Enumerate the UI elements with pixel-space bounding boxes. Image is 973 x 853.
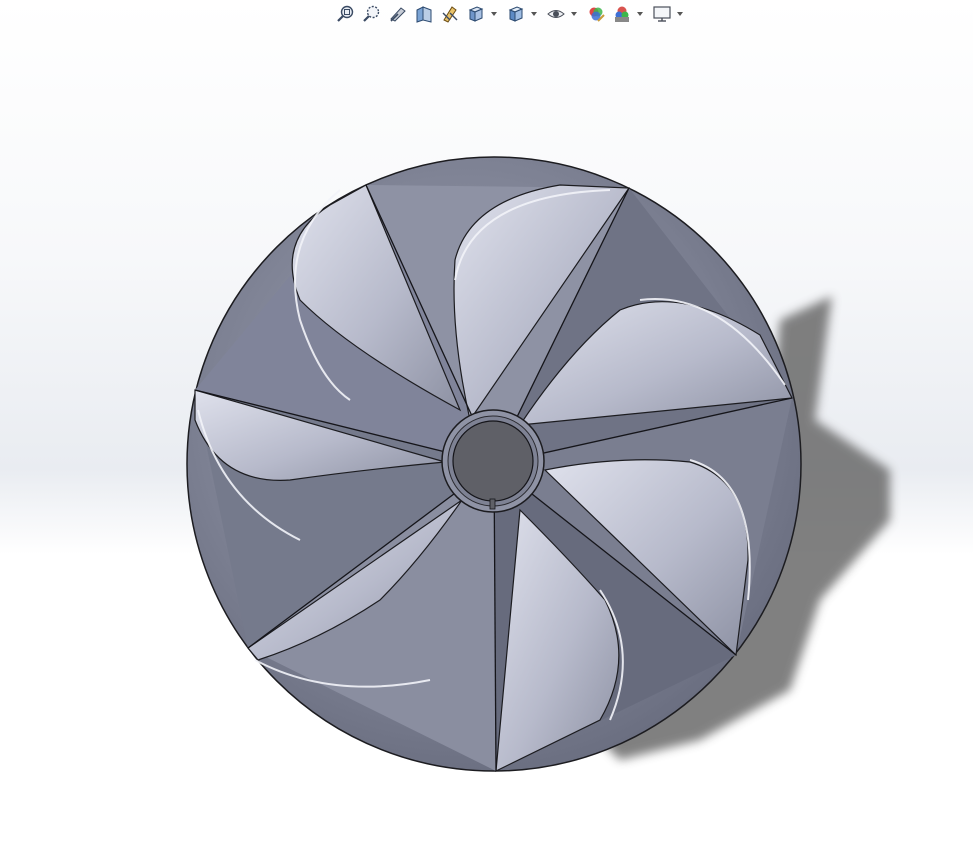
- graphics-area[interactable]: [0, 0, 973, 853]
- hub-bore: [452, 420, 534, 502]
- impeller-model[interactable]: [0, 0, 973, 853]
- keyway: [489, 498, 496, 510]
